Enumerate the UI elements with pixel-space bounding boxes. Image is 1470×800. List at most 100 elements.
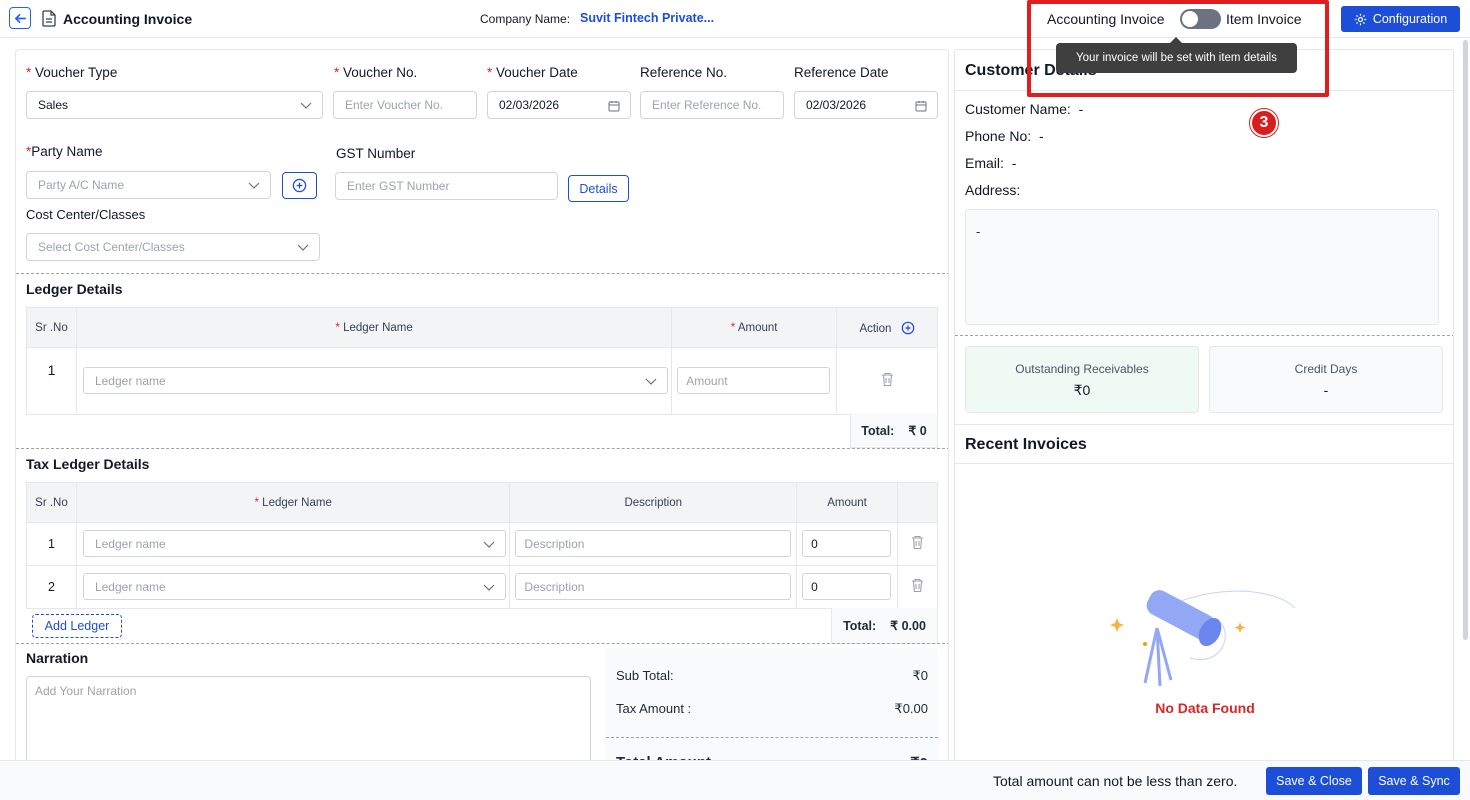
voucher-no-input[interactable]: Enter Voucher No. <box>333 91 477 119</box>
divider <box>955 335 1453 336</box>
cost-center-label: Cost Center/Classes <box>26 207 146 222</box>
gear-icon <box>1354 13 1366 25</box>
phone-label: Phone No: <box>965 128 1032 144</box>
voucher-date-value: 02/03/2026 <box>499 98 560 112</box>
row-sr: 2 <box>26 565 77 609</box>
reference-date-value: 02/03/2026 <box>806 98 867 112</box>
col-sr-no: Sr .No <box>26 482 77 523</box>
amount-input[interactable]: Amount <box>677 367 831 394</box>
ledger-total-value: ₹ 0 <box>908 424 927 438</box>
trash-icon[interactable] <box>911 578 924 593</box>
table-row: 2 Ledger name Description 0 <box>26 565 938 609</box>
ledger-name-select[interactable]: Ledger name <box>82 367 668 394</box>
party-name-select[interactable]: Party A/C Name <box>26 171 271 199</box>
tax-ledger-total: Total: ₹ 0.00 <box>831 608 938 644</box>
chevron-down-icon <box>483 584 495 591</box>
recent-invoices-title: Recent Invoices <box>965 436 1087 453</box>
party-name-placeholder: Party A/C Name <box>38 178 125 192</box>
cost-center-select[interactable]: Select Cost Center/Classes <box>26 233 320 261</box>
save-sync-button[interactable]: Save & Sync <box>1368 767 1460 795</box>
customer-panel: Customer Details Customer Name: - Phone … <box>954 49 1454 769</box>
col-action-empty <box>897 482 938 523</box>
ledger-name-placeholder: Ledger name <box>94 579 166 594</box>
company-name[interactable]: Suvit Fintech Private... <box>580 11 714 25</box>
voucher-date-label: * Voucher Date <box>487 65 578 80</box>
gst-number-label: GST Number <box>336 146 416 161</box>
arrow-left-icon <box>14 13 26 23</box>
page-scrollbar[interactable] <box>1463 40 1468 640</box>
row-sr: 1 <box>26 347 77 415</box>
reference-date-label: Reference Date <box>794 65 889 80</box>
plus-circle-icon <box>292 178 307 193</box>
ledger-name-cell: Ledger name <box>75 522 511 566</box>
details-button[interactable]: Details <box>568 175 629 202</box>
credit-days-label: Credit Days <box>1294 362 1358 376</box>
voucher-type-label: * Voucher Type <box>26 65 118 80</box>
credit-days-value: - <box>1323 382 1329 398</box>
back-button[interactable] <box>9 7 31 29</box>
action-cell <box>836 347 938 415</box>
tax-total-label: Total: <box>843 618 877 633</box>
address-label: Address: <box>965 182 1021 198</box>
tax-ledger-table: Sr .No * Ledger Name Description Amount … <box>26 482 938 609</box>
customer-name-row: Customer Name: - <box>965 101 1083 117</box>
telescope-illustration <box>1110 590 1296 687</box>
col-ledger-name: * Ledger Name <box>75 482 511 523</box>
reference-date-input[interactable]: 02/03/2026 <box>794 91 938 119</box>
voucher-type-value: Sales <box>38 98 69 112</box>
outstanding-label: Outstanding Receivables <box>1015 362 1149 376</box>
section-divider <box>16 273 948 274</box>
add-row-icon[interactable] <box>901 321 915 335</box>
email-value: - <box>1011 155 1017 171</box>
tax-ledger-select[interactable]: Ledger name <box>82 530 506 557</box>
action-cell <box>897 565 938 609</box>
col-action: Action <box>836 307 938 348</box>
reference-no-input[interactable]: Enter Reference No. <box>640 91 784 119</box>
description-input[interactable]: Description <box>515 573 792 600</box>
reference-no-label: Reference No. <box>640 65 728 80</box>
document-icon <box>42 10 56 27</box>
ledger-table: Sr .No * Ledger Name * Amount Action 1 L… <box>26 307 938 415</box>
configuration-label: Configuration <box>1372 12 1448 26</box>
tax-amount-input[interactable]: 0 <box>802 530 892 557</box>
cost-center-placeholder: Select Cost Center/Classes <box>38 240 185 254</box>
section-divider <box>16 448 948 449</box>
tax-ledger-select[interactable]: Ledger name <box>82 573 506 600</box>
save-close-button[interactable]: Save & Close <box>1266 767 1362 795</box>
customer-name-label: Customer Name: <box>965 101 1071 117</box>
add-party-button[interactable] <box>282 172 317 199</box>
divider <box>955 463 1453 464</box>
footer-bar: Total amount can not be less than zero. … <box>0 760 1470 800</box>
calendar-icon <box>915 101 927 112</box>
trash-icon[interactable] <box>911 535 924 550</box>
description-cell: Description <box>509 522 798 566</box>
customer-name-value: - <box>1078 101 1084 117</box>
voucher-date-input[interactable]: 02/03/2026 <box>487 91 631 119</box>
tax-amount-input[interactable]: 0 <box>802 573 892 600</box>
amount-cell: 0 <box>796 565 898 609</box>
col-description: Description <box>509 482 798 523</box>
sub-total-label: Sub Total: <box>616 668 674 683</box>
narration-textarea[interactable]: Add Your Narration <box>26 676 591 768</box>
summary-divider <box>606 737 938 738</box>
narration-title: Narration <box>26 650 89 666</box>
add-ledger-button[interactable]: Add Ledger <box>32 614 122 638</box>
description-cell: Description <box>509 565 798 609</box>
table-row: 1 Ledger name Description 0 <box>26 522 938 566</box>
chevron-down-icon <box>300 102 312 109</box>
phone-value: - <box>1038 128 1044 144</box>
row-sr: 1 <box>26 522 77 566</box>
company-label: Company Name: <box>480 12 571 26</box>
outstanding-receivables-card: Outstanding Receivables ₹0 <box>965 346 1199 413</box>
address-box: - <box>965 209 1439 325</box>
voucher-type-select[interactable]: Sales <box>26 91 323 119</box>
trash-icon[interactable] <box>881 372 894 387</box>
configuration-button[interactable]: Configuration <box>1341 6 1460 32</box>
ledger-total-label: Total: <box>861 423 895 438</box>
description-input[interactable]: Description <box>515 530 792 557</box>
ledger-name-cell: Ledger name <box>75 565 511 609</box>
highlight-box <box>1027 0 1329 97</box>
gst-number-input[interactable]: Enter GST Number <box>335 172 558 200</box>
amount-cell: Amount <box>671 347 838 415</box>
ledger-total: Total: ₹ 0 <box>850 414 938 448</box>
